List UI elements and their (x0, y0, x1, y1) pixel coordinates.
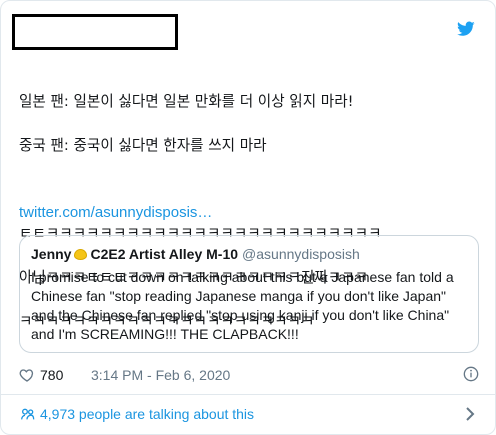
quoted-author-name: Jenny (31, 246, 72, 262)
people-icon (21, 408, 35, 420)
quoted-tweet-body: I promise to cut down on talking about t… (31, 268, 471, 344)
people-talking-link[interactable]: 4,973 people are talking about this (40, 406, 254, 422)
twitter-bird-icon[interactable] (457, 21, 475, 37)
quoted-tweet-line: and the Chinese fan replied "stop using … (31, 307, 450, 323)
redacted-author-box (12, 14, 178, 50)
embedded-tweet-card: 일본 팬: 일본이 싫다면 일본 만화를 더 이상 읽지 마라! 중국 팬: 중… (0, 0, 496, 435)
conversation-footer[interactable]: 4,973 people are talking about this (1, 395, 495, 434)
tweet-line: 중국 팬: 중국이 싫다면 한자를 쓰지 마라 (19, 137, 267, 154)
quoted-tweet-line: Chinese fan "stop reading Japanese manga… (31, 288, 446, 304)
tweet-link[interactable]: twitter.com/asunnydisposis… (19, 204, 212, 221)
quoted-author-name-suffix: C2E2 Artist Alley M-10 (90, 246, 239, 262)
tweet-timestamp[interactable]: 3:14 PM - Feb 6, 2020 (91, 367, 230, 383)
info-icon[interactable] (463, 366, 479, 382)
tweet-meta: 780 3:14 PM - Feb 6, 2020 (19, 366, 479, 383)
quoted-tweet-header: Jenny C2E2 Artist Alley M-10 @asunnydispos… (31, 246, 360, 262)
quoted-tweet-line: and I'm SCREAMING!!! THE CLAPBACK!!! (31, 326, 299, 342)
chevron-right-icon[interactable] (465, 407, 475, 421)
tweet-line (19, 179, 481, 201)
quoted-author-handle: @asunnydisposish (242, 246, 360, 262)
lemon-icon (74, 249, 88, 260)
heart-icon[interactable] (19, 367, 35, 383)
quoted-tweet[interactable]: Jenny C2E2 Artist Alley M-10 @asunnydispos… (19, 235, 479, 353)
quoted-tweet-line: I promise to cut down on talking about t… (31, 269, 454, 285)
like-count[interactable]: 780 (40, 367, 63, 383)
tweet-line: 일본 팬: 일본이 싫다면 일본 만화를 더 이상 읽지 마라! (19, 93, 354, 110)
